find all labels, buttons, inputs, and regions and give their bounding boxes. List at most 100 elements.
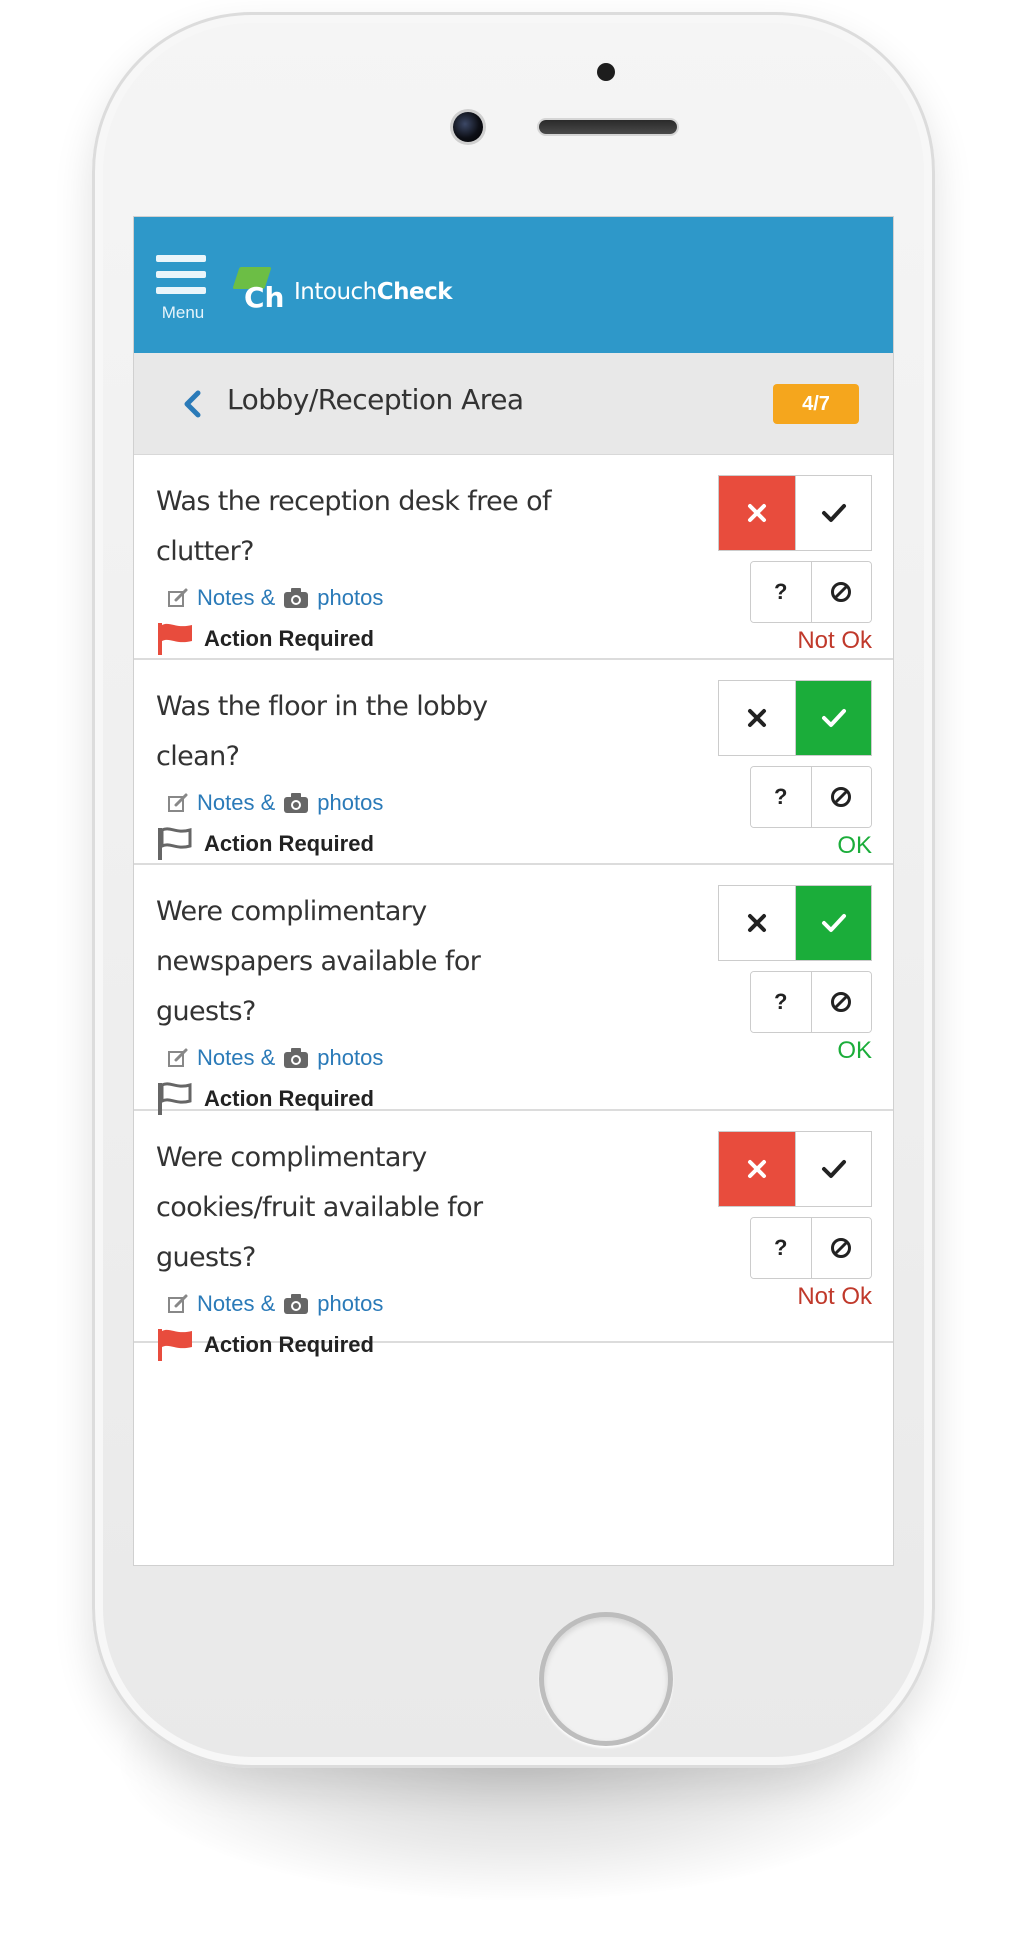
not-applicable-icon (831, 1238, 852, 1258)
action-required-toggle[interactable]: Action Required (156, 1327, 374, 1363)
action-required-label: Action Required (204, 1086, 374, 1111)
notes-photos-link[interactable]: Notes & photos (167, 1045, 383, 1071)
back-button[interactable] (178, 387, 206, 421)
logo-name-bold: Check (376, 279, 453, 305)
answer-unknown-button[interactable]: ? (751, 972, 811, 1032)
question-list: Was the reception desk free of clutter? … (134, 455, 893, 1361)
edit-icon (168, 793, 188, 812)
edit-icon (168, 1048, 188, 1067)
answer-yes-button[interactable] (795, 1132, 871, 1206)
answer-no-button[interactable] (719, 886, 795, 960)
answer-not-applicable-button[interactable] (810, 972, 871, 1032)
hamburger-icon-bar (156, 271, 206, 278)
answer-yes-button[interactable] (795, 476, 871, 550)
notes-photos-link[interactable]: Notes & photos (167, 1291, 383, 1317)
photos-label: photos (317, 1291, 384, 1316)
secondary-answer-group: ? (750, 1217, 872, 1279)
x-icon (748, 709, 766, 727)
answer-yes-button[interactable] (795, 681, 871, 755)
question-card: Was the reception desk free of clutter? … (134, 455, 893, 660)
answer-result-label: Not Ok (797, 627, 872, 654)
camera-icon (284, 793, 309, 813)
section-header: Lobby/Reception Area 4/7 (134, 353, 893, 455)
x-icon (748, 1160, 766, 1178)
answer-button-group (718, 475, 872, 551)
answer-result-label: OK (837, 1037, 872, 1064)
menu-label: Menu (161, 303, 205, 322)
check-icon (821, 709, 846, 727)
notes-label: Notes & (197, 790, 276, 815)
question-text: Were complimentary newspapers available … (156, 896, 481, 1027)
answer-not-applicable-button[interactable] (810, 562, 871, 622)
action-required-label: Action Required (204, 626, 374, 651)
notes-photos-link[interactable]: Notes & photos (167, 585, 383, 611)
secondary-answer-group: ? (750, 561, 872, 623)
answer-yes-button[interactable] (795, 886, 871, 960)
action-required-toggle[interactable]: Action Required (156, 826, 374, 862)
check-icon (821, 914, 846, 932)
logo-icon: Ch (232, 267, 285, 317)
answer-unknown-button[interactable]: ? (751, 562, 811, 622)
front-camera (453, 112, 483, 142)
question-text: Were complimentary cookies/fruit availab… (156, 1142, 483, 1273)
notes-label: Notes & (197, 585, 276, 610)
camera-icon (284, 1294, 309, 1314)
not-applicable-icon (831, 582, 852, 602)
answer-no-button[interactable] (719, 1132, 795, 1206)
answer-result-label: Not Ok (797, 1283, 872, 1310)
secondary-answer-group: ? (750, 971, 872, 1033)
answer-button-group (718, 885, 872, 961)
earpiece-speaker (539, 120, 677, 134)
answer-result-label: OK (837, 832, 872, 859)
flag-icon (158, 623, 192, 655)
section-title: Lobby/Reception Area (227, 383, 524, 416)
question-card: Was the floor in the lobby clean? Notes … (134, 660, 893, 865)
app-logo: Ch IntouchCheck (232, 267, 453, 317)
answer-no-button[interactable] (719, 681, 795, 755)
answer-button-group (718, 1131, 872, 1207)
proximity-sensor (597, 63, 615, 81)
question-text: Was the floor in the lobby clean? (156, 691, 488, 772)
flag-icon (158, 1329, 192, 1361)
camera-icon (284, 588, 309, 608)
photos-label: photos (317, 790, 384, 815)
notes-photos-link[interactable]: Notes & photos (167, 790, 383, 816)
check-icon (821, 1160, 846, 1178)
logo-mark-text: Ch (244, 281, 285, 314)
answer-no-button[interactable] (719, 476, 795, 550)
not-applicable-icon (831, 992, 852, 1012)
question-text: Was the reception desk free of clutter? (156, 486, 552, 567)
answer-unknown-button[interactable]: ? (751, 767, 811, 827)
x-icon (748, 914, 766, 932)
chevron-left-icon (184, 390, 201, 418)
not-applicable-icon (831, 787, 852, 807)
action-required-toggle[interactable]: Action Required (156, 621, 374, 657)
edit-icon (168, 1294, 188, 1313)
app-screen: Menu Ch IntouchCheck Lobby/Reception Are… (133, 216, 894, 1566)
answer-unknown-button[interactable]: ? (751, 1218, 811, 1278)
notes-label: Notes & (197, 1291, 276, 1316)
edit-icon (168, 588, 188, 607)
camera-icon (284, 1048, 309, 1068)
hamburger-icon-bar (156, 287, 206, 294)
flag-outline-icon (158, 827, 192, 860)
logo-name-light: Intouch (294, 279, 377, 305)
secondary-answer-group: ? (750, 766, 872, 828)
action-required-label: Action Required (204, 831, 374, 856)
notes-label: Notes & (197, 1045, 276, 1070)
answer-button-group (718, 680, 872, 756)
home-button[interactable] (539, 1612, 673, 1746)
check-icon (821, 504, 846, 522)
question-card: Were complimentary cookies/fruit availab… (134, 1111, 893, 1361)
hamburger-icon (156, 255, 206, 262)
app-header: Menu Ch IntouchCheck (134, 217, 893, 353)
answer-not-applicable-button[interactable] (810, 1218, 871, 1278)
menu-button[interactable]: Menu (156, 255, 210, 333)
progress-badge: 4/7 (773, 384, 859, 424)
question-card: Were complimentary newspapers available … (134, 865, 893, 1115)
photos-label: photos (317, 585, 384, 610)
action-required-label: Action Required (204, 1332, 374, 1357)
x-icon (748, 504, 766, 522)
logo-wordmark: IntouchCheck (294, 279, 453, 305)
answer-not-applicable-button[interactable] (810, 767, 871, 827)
